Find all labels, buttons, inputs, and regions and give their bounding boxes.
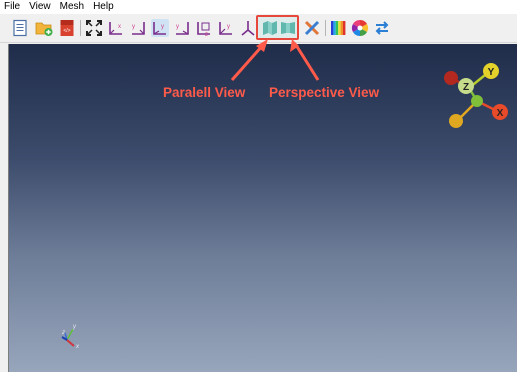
toolbar-separator [325,20,326,36]
svg-text:y: y [176,24,179,30]
view-neg-x-icon[interactable]: y [129,19,147,37]
color-wheel-icon[interactable] [351,19,369,37]
svg-text:x: x [118,24,121,30]
view-mode-highlight [256,15,299,40]
svg-text:</>: </> [63,28,70,34]
wireframe-cross-icon[interactable] [303,19,321,37]
menu-file[interactable]: File [0,0,25,14]
color-bar-icon[interactable] [329,19,347,37]
svg-text:z: z [205,32,208,37]
view-neg-y-icon[interactable]: y [173,19,191,37]
view-y-icon[interactable]: y [151,19,169,37]
fit-view-icon[interactable] [85,19,103,37]
svg-text:y: y [161,24,164,30]
view-x-icon[interactable]: x [107,19,125,37]
parallel-view-label: Paralell View [163,85,246,100]
open-folder-icon[interactable] [35,19,53,37]
view-z-icon[interactable]: z [195,19,213,37]
isometric-axes-icon[interactable] [239,19,257,37]
menu-bar: File View Mesh Help [0,0,517,14]
toolbar-separator [80,20,81,36]
perspective-view-label: Perspective View [269,85,380,100]
html-export-icon[interactable]: </> [58,19,76,37]
svg-text:y: y [132,24,135,30]
menu-help[interactable]: Help [89,0,119,14]
3d-viewport[interactable] [8,44,517,372]
menu-mesh[interactable]: Mesh [56,0,89,14]
view-neg-z-icon[interactable]: y [217,19,235,37]
svg-text:y: y [227,24,230,30]
document-icon[interactable] [11,19,29,37]
menu-view[interactable]: View [25,0,56,14]
swap-arrows-icon[interactable] [373,19,391,37]
